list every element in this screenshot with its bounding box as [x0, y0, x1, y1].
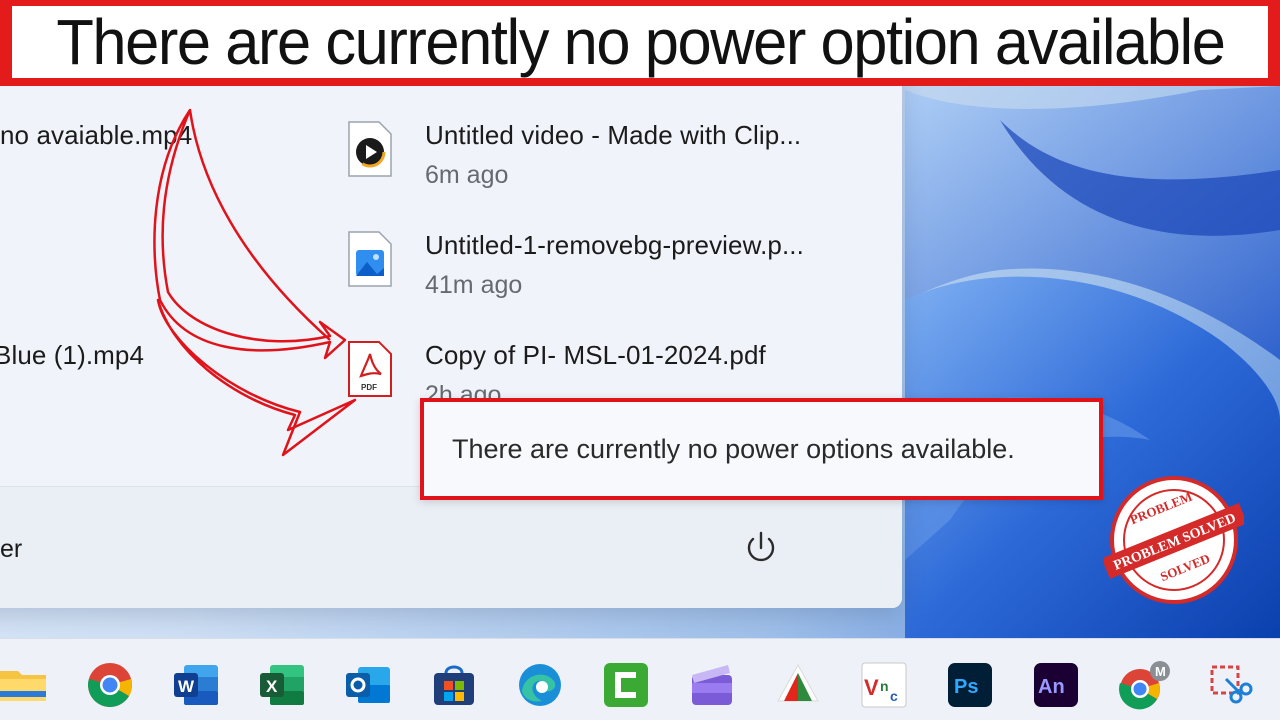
pdf-file-icon: PDF — [347, 340, 393, 398]
recommended-item-name: Untitled video - Made with Clip... — [425, 120, 802, 150]
photoshop-icon[interactable]: Ps — [946, 661, 994, 709]
recommended-item-time: 41m ago — [425, 271, 523, 299]
svg-text:Ps: Ps — [954, 676, 978, 698]
svg-text:n: n — [880, 678, 889, 694]
svg-text:M: M — [1155, 664, 1166, 679]
excel-icon[interactable]: X — [258, 661, 306, 709]
power-icon — [747, 531, 775, 562]
start-menu-panel: no avaiable.mp4 Blue (1).mp4 Untitled vi… — [0, 60, 902, 608]
svg-text:c: c — [890, 688, 898, 704]
power-options-tooltip: There are currently no power options ava… — [420, 398, 1103, 500]
word-letter: W — [178, 677, 195, 696]
svg-text:V: V — [864, 675, 879, 700]
edge-icon[interactable] — [516, 661, 564, 709]
screenshot-stage: no avaiable.mp4 Blue (1).mp4 Untitled vi… — [0, 0, 1280, 720]
tooltip-text: There are currently no power options ava… — [452, 433, 1015, 464]
word-icon[interactable]: W — [172, 661, 220, 709]
recommended-item-name: Untitled-1-removebg-preview.p... — [425, 230, 804, 260]
chrome-profile-icon[interactable]: M — [1118, 661, 1170, 710]
file-explorer-icon[interactable] — [0, 661, 48, 709]
title-banner-inner: There are currently no power option avai… — [12, 6, 1268, 78]
chrome-icon[interactable] — [86, 661, 134, 709]
recommended-item-left-1[interactable]: no avaiable.mp4 — [0, 120, 192, 151]
clipchamp-icon[interactable] — [688, 661, 736, 709]
recommended-item-time: 6m ago — [425, 161, 509, 189]
recommended-item-left-2[interactable]: Blue (1).mp4 — [0, 340, 144, 371]
recommended-item-name: Blue (1).mp4 — [0, 340, 145, 370]
banner-title: There are currently no power option avai… — [55, 6, 1226, 78]
problem-solved-stamp: PROBLEM PROBLEM SOLVED SOLVED — [1101, 470, 1248, 610]
svg-text:An: An — [1038, 676, 1065, 698]
recommended-item-video[interactable]: Untitled video - Made with Clip... 6m ag… — [347, 120, 801, 190]
animate-icon[interactable]: An — [1032, 661, 1080, 709]
svg-text:X: X — [266, 677, 278, 696]
camtasia-icon[interactable] — [602, 661, 650, 709]
user-name-label[interactable]: er — [0, 535, 22, 564]
vnc-icon[interactable]: V n c — [860, 661, 908, 709]
svg-text:PDF: PDF — [361, 383, 377, 392]
foxit-icon[interactable] — [774, 661, 822, 709]
recommended-item-name: no avaiable.mp4 — [0, 120, 193, 150]
image-file-icon — [347, 230, 393, 288]
microsoft-store-icon[interactable] — [430, 661, 478, 709]
title-banner: There are currently no power option avai… — [0, 0, 1280, 86]
taskbar: W X V n c Ps An M — [0, 638, 1280, 720]
outlook-icon[interactable] — [344, 661, 392, 709]
recommended-item-name: Copy of PI- MSL-01-2024.pdf — [425, 340, 766, 370]
video-play-icon — [347, 120, 393, 178]
power-button[interactable] — [741, 528, 781, 568]
recommended-item-image[interactable]: Untitled-1-removebg-preview.p... 41m ago — [347, 230, 804, 300]
snipping-tool-icon[interactable] — [1206, 661, 1254, 709]
